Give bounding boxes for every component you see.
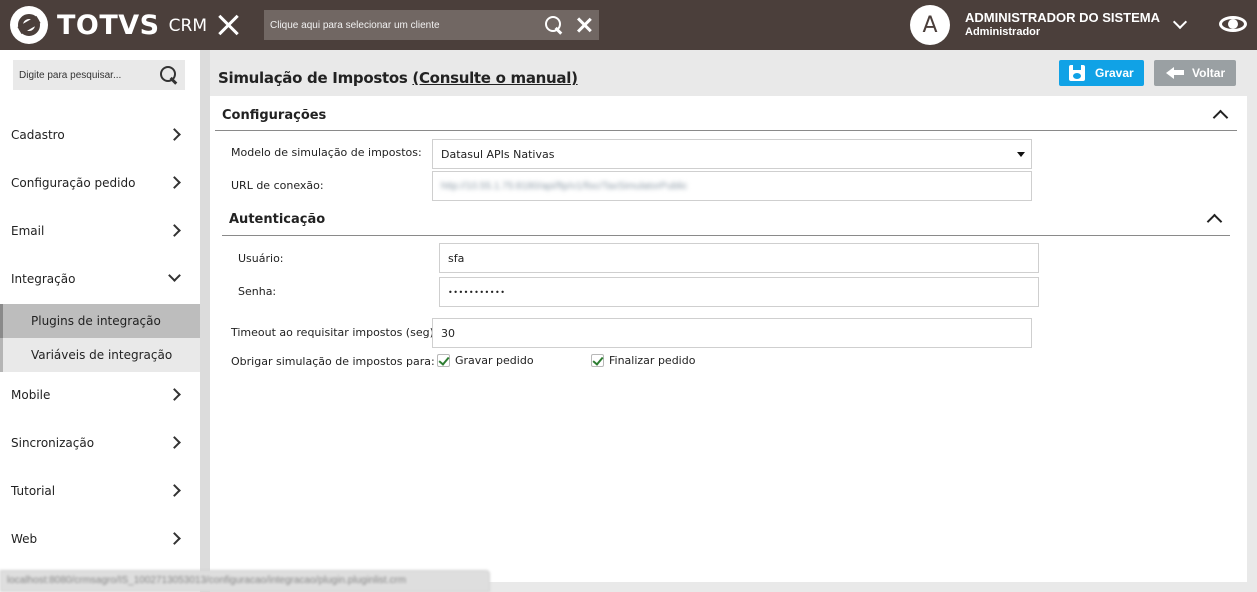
sidebar-item-label: Web	[11, 532, 38, 546]
chevron-right-icon	[170, 129, 180, 139]
url-input-value: http://10.55.1.75:8180/api/ftp/v1/fisc/T…	[441, 180, 688, 192]
sidebar-subitem-variaveis[interactable]: Variáveis de integração	[0, 338, 200, 372]
chevron-right-icon	[170, 485, 180, 495]
sidebar-item-label: Tutorial	[11, 484, 56, 498]
chevron-up-icon[interactable]	[1212, 108, 1228, 120]
totvs-logo[interactable]: TOTVS CRM	[10, 5, 207, 45]
save-button[interactable]: Gravar	[1059, 60, 1144, 86]
sidebar-item-label: Cadastro	[11, 128, 65, 142]
page-title-text: Simulação de Impostos	[218, 69, 408, 87]
manual-link[interactable]: (Consulte o manual)	[412, 69, 578, 87]
sidebar: Digite para pesquisar... Cadastro Config…	[0, 50, 200, 592]
avatar[interactable]: A	[910, 5, 950, 45]
user-label: Usuário:	[238, 252, 284, 265]
timeout-label: Timeout ao requisitar impostos (seg):	[231, 326, 438, 339]
sidebar-item-label: Configuração pedido	[11, 176, 136, 190]
chevron-up-icon[interactable]	[1206, 212, 1222, 224]
client-selector[interactable]: Clique aqui para selecionar um cliente	[264, 10, 599, 40]
brand-name: TOTVS	[57, 9, 160, 41]
password-input-value: •••••••••••	[448, 287, 506, 297]
section-title-autenticacao: Autenticação	[229, 212, 326, 227]
url-label: URL de conexão:	[231, 179, 324, 192]
top-bar: TOTVS CRM Clique aqui para selecionar um…	[0, 0, 1257, 50]
page-title: Simulação de Impostos (Consulte o manual…	[218, 69, 578, 87]
user-input-value: sfa	[448, 251, 465, 265]
sidebar-item-sincronizacao[interactable]: Sincronização	[0, 419, 200, 467]
user-role: Administrador	[965, 26, 1041, 38]
chevron-right-icon	[170, 533, 180, 543]
eye-icon[interactable]	[1219, 14, 1247, 34]
force-label: Obrigar simulação de impostos para:	[231, 355, 435, 368]
model-select[interactable]: Datasul APIs Nativas	[432, 139, 1032, 169]
sidebar-item-label: Integração	[11, 272, 76, 286]
back-button[interactable]: Voltar	[1154, 60, 1236, 86]
product-name: CRM	[168, 16, 207, 36]
sidebar-subitem-label: Plugins de integração	[31, 314, 161, 328]
user-name[interactable]: ADMINISTRADOR DO SISTEMA	[965, 10, 1160, 25]
sidebar-item-mobile[interactable]: Mobile	[0, 371, 200, 419]
section-divider	[215, 130, 1237, 131]
checkbox-checked-icon[interactable]	[591, 354, 604, 367]
clear-icon[interactable]	[575, 16, 593, 34]
back-button-label: Voltar	[1192, 66, 1226, 80]
chevron-down-icon[interactable]	[1172, 16, 1188, 32]
close-menu-icon[interactable]	[214, 11, 242, 39]
checkbox-label: Finalizar pedido	[609, 354, 696, 367]
sidebar-item-label: Mobile	[11, 388, 51, 402]
sidebar-subitem-label: Variáveis de integração	[31, 348, 173, 362]
chevron-down-icon	[170, 273, 180, 283]
sidebar-item-email[interactable]: Email	[0, 207, 200, 255]
chevron-right-icon	[170, 389, 180, 399]
search-icon[interactable]	[158, 64, 180, 86]
url-input[interactable]: http://10.55.1.75:8180/api/ftp/v1/fisc/T…	[432, 171, 1032, 201]
sidebar-item-web[interactable]: Web	[0, 515, 200, 563]
chevron-right-icon	[170, 225, 180, 235]
sidebar-item-configuracao-pedido[interactable]: Configuração pedido	[0, 159, 200, 207]
user-input[interactable]: sfa	[439, 243, 1039, 273]
password-input[interactable]: •••••••••••	[439, 277, 1039, 307]
timeout-input-value: 30	[441, 326, 455, 340]
checkbox-finalizar-pedido[interactable]: Finalizar pedido	[591, 354, 695, 367]
save-button-label: Gravar	[1095, 66, 1134, 80]
sidebar-search[interactable]: Digite para pesquisar...	[13, 60, 185, 90]
checkbox-label: Gravar pedido	[455, 354, 534, 367]
settings-panel: Configurações Modelo de simulação de imp…	[210, 96, 1247, 582]
sidebar-search-input[interactable]: Digite para pesquisar...	[13, 70, 158, 81]
status-bar-url: localhost:8080/crmsagro/IS_1002713053013…	[0, 570, 490, 592]
caret-down-icon	[1017, 152, 1025, 157]
sidebar-item-cadastro[interactable]: Cadastro	[0, 111, 200, 159]
section-divider	[222, 235, 1230, 236]
totvs-logo-icon	[10, 6, 48, 44]
sidebar-scrollbar[interactable]	[200, 50, 210, 592]
floppy-disk-icon	[1069, 65, 1085, 81]
sidebar-item-integracao[interactable]: Integração	[0, 255, 200, 303]
sidebar-item-label: Sincronização	[11, 436, 95, 450]
model-select-value: Datasul APIs Nativas	[441, 147, 555, 161]
main-scrollbar[interactable]	[1247, 96, 1257, 582]
chevron-right-icon	[170, 177, 180, 187]
search-icon[interactable]	[543, 14, 565, 36]
client-selector-placeholder: Clique aqui para selecionar um cliente	[270, 19, 440, 31]
chevron-right-icon	[170, 437, 180, 447]
sidebar-item-tutorial[interactable]: Tutorial	[0, 467, 200, 515]
sidebar-item-label: Email	[11, 224, 45, 238]
checkbox-checked-icon[interactable]	[437, 354, 450, 367]
page-header: Simulação de Impostos (Consulte o manual…	[210, 50, 1257, 96]
timeout-input[interactable]: 30	[432, 318, 1032, 348]
password-label: Senha:	[238, 285, 277, 298]
checkbox-gravar-pedido[interactable]: Gravar pedido	[437, 354, 534, 367]
section-title-configuracoes: Configurações	[222, 108, 327, 123]
arrow-left-icon	[1166, 66, 1184, 80]
sidebar-subitem-plugins[interactable]: Plugins de integração	[0, 304, 200, 338]
model-label: Modelo de simulação de impostos:	[231, 146, 422, 159]
